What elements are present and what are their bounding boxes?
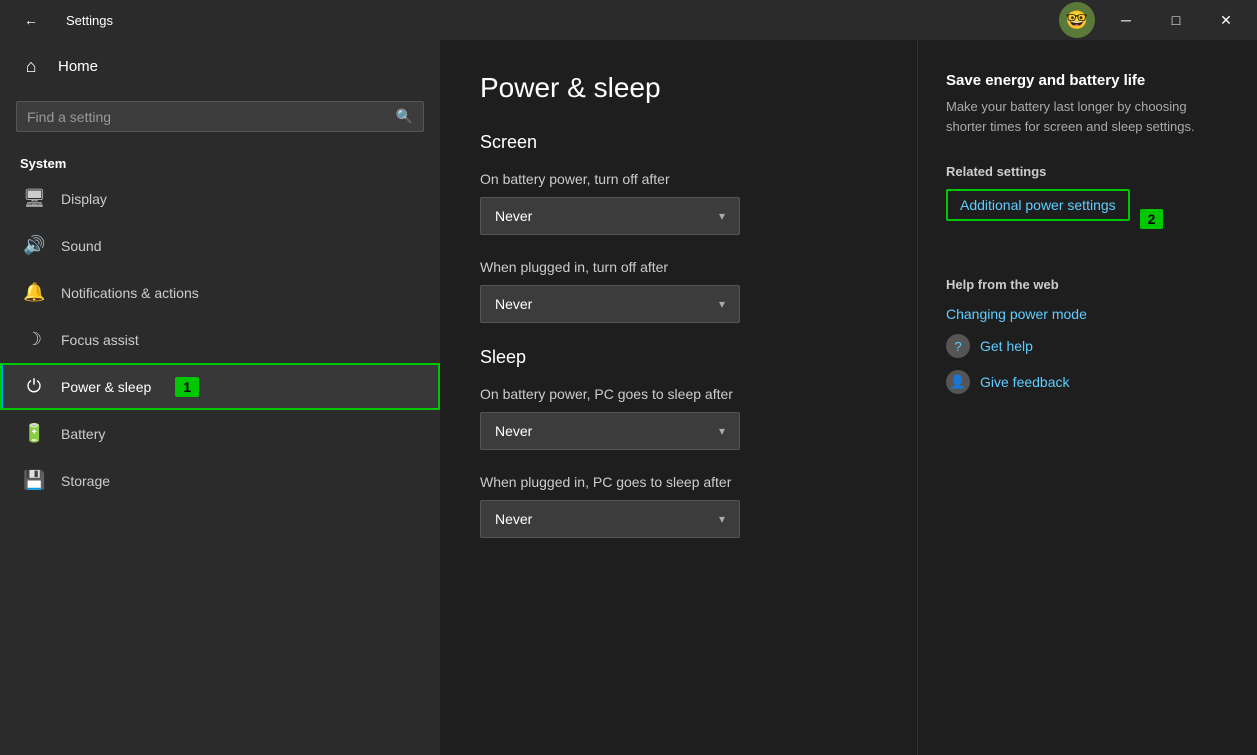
sleep-battery-value: Never <box>495 423 532 439</box>
content-area: Power & sleep Screen On battery power, t… <box>440 40 1257 755</box>
sleep-plugged-value: Never <box>495 511 532 527</box>
chevron-down-icon: ▾ <box>719 209 725 223</box>
sleep-plugged-dropdown[interactable]: Never ▾ <box>480 500 740 538</box>
sidebar-item-display[interactable]: 🖥 Display <box>0 175 440 222</box>
give-feedback-icon: 👤 <box>946 370 970 394</box>
avatar: 🤓 <box>1059 2 1095 38</box>
screen-battery-value: Never <box>495 208 532 224</box>
titlebar-controls: ─ □ ✕ <box>1103 4 1249 36</box>
sleep-plugged-label: When plugged in, PC goes to sleep after <box>480 474 877 490</box>
sidebar-item-storage-label: Storage <box>61 473 110 489</box>
changing-power-mode-link[interactable]: Changing power mode <box>946 306 1229 322</box>
give-feedback-label: Give feedback <box>980 374 1070 390</box>
content-main: Power & sleep Screen On battery power, t… <box>440 40 917 755</box>
titlebar-title: Settings <box>66 13 113 28</box>
screen-plugged-dropdown[interactable]: Never ▾ <box>480 285 740 323</box>
maximize-button[interactable]: □ <box>1153 4 1199 36</box>
additional-power-badge: 2 <box>1140 209 1164 229</box>
titlebar-left: ← Settings <box>8 4 113 36</box>
notifications-icon: 🔔 <box>23 282 45 303</box>
sound-icon: 🔊 <box>23 235 45 256</box>
storage-icon: 💾 <box>23 470 45 491</box>
chevron-down-icon-3: ▾ <box>719 424 725 438</box>
sidebar-item-power[interactable]: ⏻ Power & sleep 1 <box>0 363 440 410</box>
info-title: Save energy and battery life <box>946 72 1229 89</box>
screen-battery-label: On battery power, turn off after <box>480 171 877 187</box>
help-from-web-title: Help from the web <box>946 277 1229 292</box>
display-icon: 🖥 <box>23 188 45 209</box>
home-icon: ⌂ <box>20 56 42 77</box>
search-box: 🔍 <box>16 101 424 132</box>
home-label: Home <box>58 58 98 75</box>
main-layout: ⌂ Home 🔍 System 🖥 Display 🔊 Sound 🔔 Noti… <box>0 40 1257 755</box>
power-icon: ⏻ <box>23 376 45 397</box>
search-input[interactable] <box>27 109 396 125</box>
sidebar-item-display-label: Display <box>61 191 107 207</box>
sidebar-item-battery[interactable]: 🔋 Battery <box>0 410 440 457</box>
info-desc: Make your battery last longer by choosin… <box>946 97 1229 136</box>
titlebar: ← Settings 🤓 ─ □ ✕ <box>0 0 1257 40</box>
screen-plugged-label: When plugged in, turn off after <box>480 259 877 275</box>
minimize-button[interactable]: ─ <box>1103 4 1149 36</box>
sleep-section-title: Sleep <box>480 347 877 368</box>
sidebar-highlight-badge: 1 <box>175 377 199 397</box>
sidebar-item-battery-label: Battery <box>61 426 105 442</box>
right-panel: Save energy and battery life Make your b… <box>917 40 1257 755</box>
sidebar: ⌂ Home 🔍 System 🖥 Display 🔊 Sound 🔔 Noti… <box>0 40 440 755</box>
get-help-link[interactable]: ? Get help <box>946 334 1229 358</box>
system-section-label: System <box>0 148 440 175</box>
close-button[interactable]: ✕ <box>1203 4 1249 36</box>
sidebar-item-focus[interactable]: ☽ Focus assist <box>0 316 440 363</box>
battery-icon: 🔋 <box>23 423 45 444</box>
get-help-icon: ? <box>946 334 970 358</box>
chevron-down-icon-4: ▾ <box>719 512 725 526</box>
sidebar-item-focus-label: Focus assist <box>61 332 139 348</box>
sidebar-item-sound-label: Sound <box>61 238 101 254</box>
screen-battery-dropdown[interactable]: Never ▾ <box>480 197 740 235</box>
sleep-battery-dropdown[interactable]: Never ▾ <box>480 412 740 450</box>
focus-icon: ☽ <box>23 329 45 350</box>
page-title: Power & sleep <box>480 72 877 104</box>
sleep-battery-label: On battery power, PC goes to sleep after <box>480 386 877 402</box>
sidebar-item-sound[interactable]: 🔊 Sound <box>0 222 440 269</box>
sidebar-item-storage[interactable]: 💾 Storage <box>0 457 440 504</box>
back-button[interactable]: ← <box>8 4 54 36</box>
chevron-down-icon-2: ▾ <box>719 297 725 311</box>
get-help-label: Get help <box>980 338 1033 354</box>
related-settings-title: Related settings <box>946 164 1229 179</box>
sidebar-item-home[interactable]: ⌂ Home <box>0 40 440 93</box>
screen-plugged-value: Never <box>495 296 532 312</box>
sidebar-item-notifications[interactable]: 🔔 Notifications & actions <box>0 269 440 316</box>
search-icon: 🔍 <box>396 108 413 125</box>
sidebar-item-power-label: Power & sleep <box>61 379 151 395</box>
sidebar-item-notifications-label: Notifications & actions <box>61 285 199 301</box>
give-feedback-link[interactable]: 👤 Give feedback <box>946 370 1229 394</box>
screen-section-title: Screen <box>480 132 877 153</box>
additional-power-settings-link[interactable]: Additional power settings <box>946 189 1130 221</box>
changing-power-label: Changing power mode <box>946 306 1087 322</box>
